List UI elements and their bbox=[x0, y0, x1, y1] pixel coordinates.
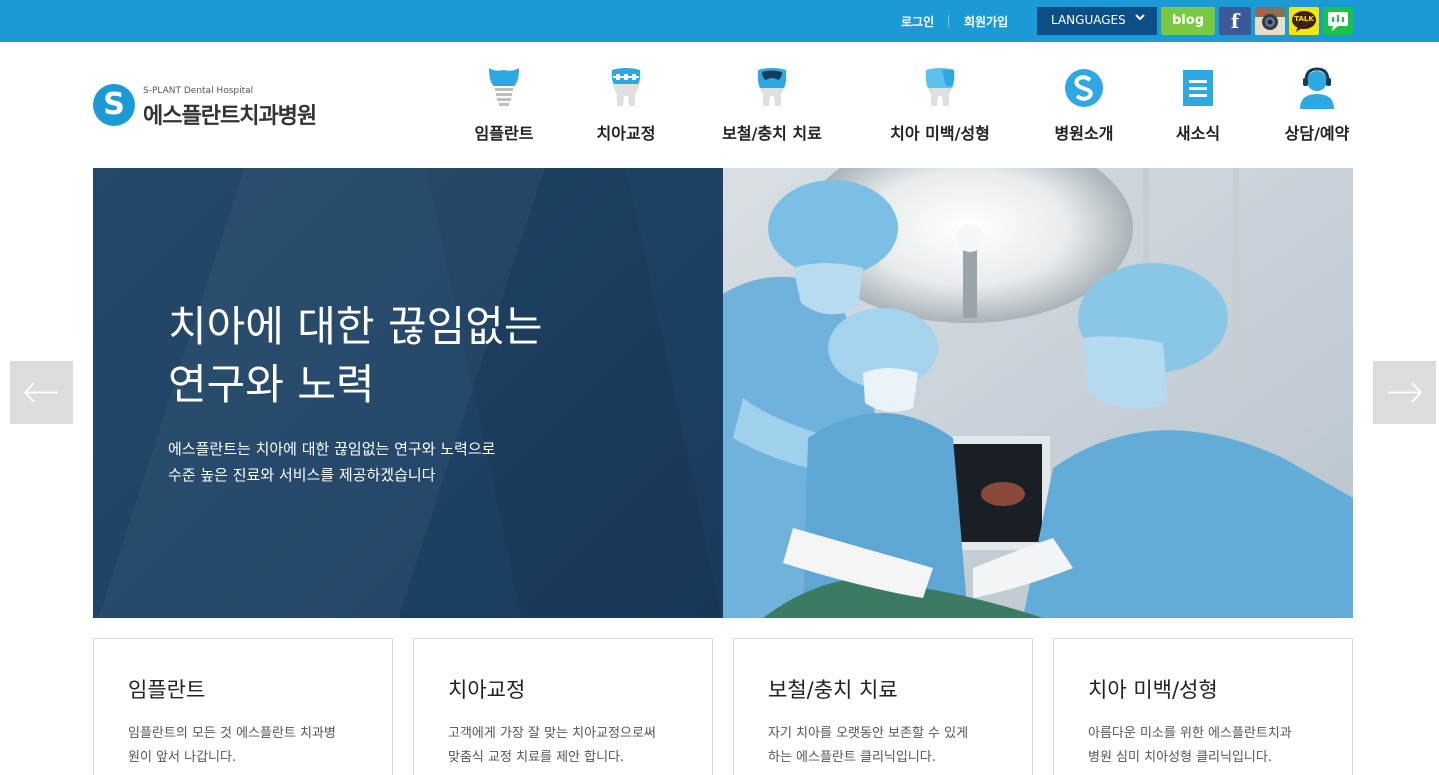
hospital-logo[interactable]: S S-PLANT Dental Hospital 에스플란트치과병원 bbox=[93, 82, 353, 130]
languages-label: LANGUAGES bbox=[1051, 13, 1126, 27]
blog-label: blog bbox=[1172, 13, 1204, 28]
card-description: 고객에게 가장 잘 맞는 치아교정으로써 맞춤식 교정 치료를 제안 합니다. bbox=[448, 722, 688, 770]
arrow-left-icon bbox=[23, 382, 58, 403]
kakaotalk-button[interactable]: TALK bbox=[1289, 7, 1319, 35]
nav-label: 보철/충치 치료 bbox=[722, 124, 822, 143]
card-desc-line: 아름다운 미소를 위한 에스플란트치과 bbox=[1088, 726, 1292, 741]
card-description: 임플란트의 모든 것 에스플란트 치과병 원이 앞서 나갑니다. bbox=[128, 722, 368, 770]
chat-button[interactable] bbox=[1323, 7, 1353, 35]
card-title: 임플란트 bbox=[128, 678, 206, 702]
service-card-implant[interactable]: 임플란트 임플란트의 모든 것 에스플란트 치과병 원이 앞서 나갑니다. bbox=[93, 638, 393, 775]
blog-button[interactable]: blog bbox=[1161, 7, 1215, 35]
whitening-tooth-icon bbox=[925, 68, 955, 106]
card-desc-line: 임플란트의 모든 것 에스플란트 치과병 bbox=[128, 726, 336, 741]
nav-label: 치아교정 bbox=[596, 124, 656, 143]
card-desc-line: 자기 치아를 오랫동안 보존할 수 있게 bbox=[768, 726, 969, 741]
hero-desc-line-2: 수준 높은 진료와 서비스를 제공하겠습니다 bbox=[168, 466, 436, 484]
instagram-button[interactable] bbox=[1255, 7, 1285, 35]
hero-surgery-photo bbox=[723, 168, 1353, 618]
languages-dropdown[interactable]: LANGUAGES bbox=[1037, 7, 1157, 35]
top-divider bbox=[948, 15, 949, 27]
card-desc-line: 병원 심미 치아성형 클리닉입니다. bbox=[1088, 750, 1272, 765]
hero-desc-line-1: 에스플란트는 치아에 대한 끊임없는 연구와 노력으로 bbox=[168, 440, 496, 458]
nav-label: 병원소개 bbox=[1054, 124, 1114, 143]
service-card-prosthetics[interactable]: 보철/충치 치료 자기 치아를 오랫동안 보존할 수 있게 하는 에스플란트 클… bbox=[733, 638, 1033, 775]
facebook-icon: f bbox=[1230, 9, 1240, 33]
braces-tooth-icon bbox=[611, 68, 641, 106]
nav-label: 임플란트 bbox=[474, 124, 534, 143]
consultant-headset-icon bbox=[1300, 67, 1334, 109]
prev-slide-button[interactable] bbox=[10, 361, 73, 424]
nav-label: 새소식 bbox=[1175, 124, 1221, 143]
login-link[interactable]: 로그인 bbox=[901, 13, 934, 30]
top-bar: 로그인 회원가입 LANGUAGES blog f TALK bbox=[0, 0, 1439, 42]
nav-whitening[interactable]: 치아 미백/성형 bbox=[879, 66, 1001, 146]
nav-label: 상담/예약 bbox=[1284, 124, 1350, 143]
implant-tooth-icon bbox=[489, 68, 519, 106]
hero-text-panel: 치아에 대한 끊임없는 연구와 노력 에스플란트는 치아에 대한 끊임없는 연구… bbox=[93, 168, 729, 618]
nav-orthodontics[interactable]: 치아교정 bbox=[566, 66, 686, 146]
card-description: 아름다운 미소를 위한 에스플란트치과 병원 심미 치아성형 클리닉입니다. bbox=[1088, 722, 1328, 770]
news-list-icon bbox=[1183, 70, 1213, 106]
hero-description: 에스플란트는 치아에 대한 끊임없는 연구와 노력으로 수준 높은 진료와 서비… bbox=[168, 436, 495, 488]
crown-tooth-icon bbox=[757, 68, 787, 106]
hero-title: 치아에 대한 끊임없는 연구와 노력 bbox=[168, 298, 542, 414]
card-desc-line: 고객에게 가장 잘 맞는 치아교정으로써 bbox=[448, 726, 656, 741]
nav-news[interactable]: 새소식 bbox=[1138, 66, 1258, 146]
nav-implant[interactable]: 임플란트 bbox=[444, 66, 564, 146]
nav-label: 치아 미백/성형 bbox=[890, 124, 990, 143]
card-title: 치아교정 bbox=[448, 678, 526, 702]
hospital-logo-icon bbox=[1065, 69, 1103, 107]
chevron-down-icon bbox=[1135, 12, 1145, 25]
join-link[interactable]: 회원가입 bbox=[964, 13, 1008, 30]
nav-prosthetics[interactable]: 보철/충치 치료 bbox=[711, 66, 833, 146]
instagram-icon bbox=[1255, 7, 1285, 35]
card-desc-line: 원이 앞서 나갑니다. bbox=[128, 750, 237, 765]
service-card-orthodontics[interactable]: 치아교정 고객에게 가장 잘 맞는 치아교정으로써 맞춤식 교정 치료를 제안 … bbox=[413, 638, 713, 775]
hero-title-line-2: 연구와 노력 bbox=[168, 360, 375, 409]
logo-korean-name: 에스플란트치과병원 bbox=[143, 104, 317, 129]
facebook-button[interactable]: f bbox=[1219, 7, 1251, 35]
logo-mark: S bbox=[93, 84, 135, 126]
hero-slider: 치아에 대한 끊임없는 연구와 노력 에스플란트는 치아에 대한 끊임없는 연구… bbox=[93, 168, 1353, 618]
chat-icon bbox=[1328, 12, 1348, 31]
kakaotalk-label: TALK bbox=[1294, 15, 1314, 23]
next-slide-button[interactable] bbox=[1373, 361, 1436, 424]
arrow-right-icon bbox=[1388, 382, 1423, 403]
service-card-whitening[interactable]: 치아 미백/성형 아름다운 미소를 위한 에스플란트치과 병원 심미 치아성형 … bbox=[1053, 638, 1353, 775]
nav-consultation[interactable]: 상담/예약 bbox=[1257, 66, 1377, 146]
nav-about[interactable]: 병원소개 bbox=[1024, 66, 1144, 146]
logo-english-name: S-PLANT Dental Hospital bbox=[143, 86, 254, 96]
card-description: 자기 치아를 오랫동안 보존할 수 있게 하는 에스플란트 클리닉입니다. bbox=[768, 722, 1008, 770]
card-title: 치아 미백/성형 bbox=[1088, 678, 1218, 702]
hero-title-line-1: 치아에 대한 끊임없는 bbox=[168, 302, 543, 351]
surgery-photo-illustration bbox=[723, 168, 1353, 618]
card-title: 보철/충치 치료 bbox=[768, 678, 898, 702]
card-desc-line: 하는 에스플란트 클리닉입니다. bbox=[768, 750, 936, 765]
card-desc-line: 맞춤식 교정 치료를 제안 합니다. bbox=[448, 750, 625, 765]
